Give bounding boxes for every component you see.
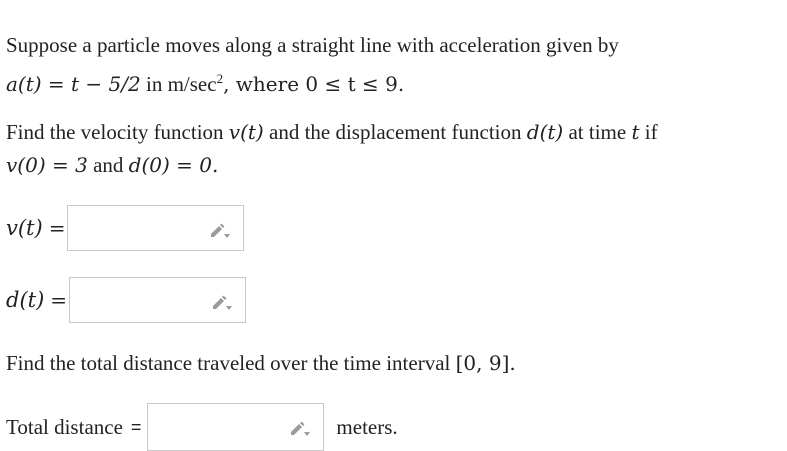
question-text: and [87, 153, 129, 177]
total-distance-row: Total distance = meters. [6, 403, 398, 451]
equals-sign: = [50, 288, 68, 312]
velocity-function-ref: v(t) [228, 120, 264, 144]
question-text: and the displacement function [263, 120, 527, 144]
question-text: at time [563, 120, 632, 144]
velocity-question: Find the velocity function v(t) and the … [6, 116, 776, 182]
total-distance-label: Total distance [6, 414, 123, 439]
acceleration-expression: a(t) = t − 5/2 [6, 72, 141, 96]
question-text: if [639, 120, 658, 144]
displacement-function-ref: d(t) [526, 120, 564, 144]
equals-sign: = [130, 416, 142, 437]
initial-velocity: v(0) = 3 [6, 153, 88, 177]
displacement-answer-box[interactable] [69, 277, 247, 323]
displacement-label: d(t) [6, 288, 45, 312]
time-domain: , where 0 ≤ t ≤ 9. [223, 72, 405, 96]
pencil-icon[interactable] [211, 293, 233, 311]
intro-text: Suppose a particle moves along a straigh… [6, 33, 619, 57]
pencil-icon[interactable] [209, 221, 231, 239]
pencil-icon[interactable] [289, 419, 311, 437]
velocity-answer-row: v(t) = [6, 205, 245, 251]
distance-question: Find the total distance traveled over th… [6, 347, 516, 380]
distance-unit: meters. [336, 414, 398, 439]
displacement-answer-row: d(t) = [6, 277, 247, 323]
velocity-label: v(t) [6, 216, 43, 240]
acceleration-units: in m/sec [140, 72, 217, 96]
initial-displacement: d(0) = 0. [128, 153, 219, 177]
time-interval: [0, 9]. [455, 351, 516, 375]
equals-sign: = [48, 216, 66, 240]
time-variable: t [631, 120, 640, 144]
total-distance-answer-box[interactable] [147, 403, 325, 451]
velocity-answer-box[interactable] [67, 205, 245, 251]
problem-statement: Suppose a particle moves along a straigh… [6, 29, 776, 101]
question-text: Find the velocity function [6, 120, 229, 144]
distance-text: Find the total distance traveled over th… [6, 351, 456, 375]
